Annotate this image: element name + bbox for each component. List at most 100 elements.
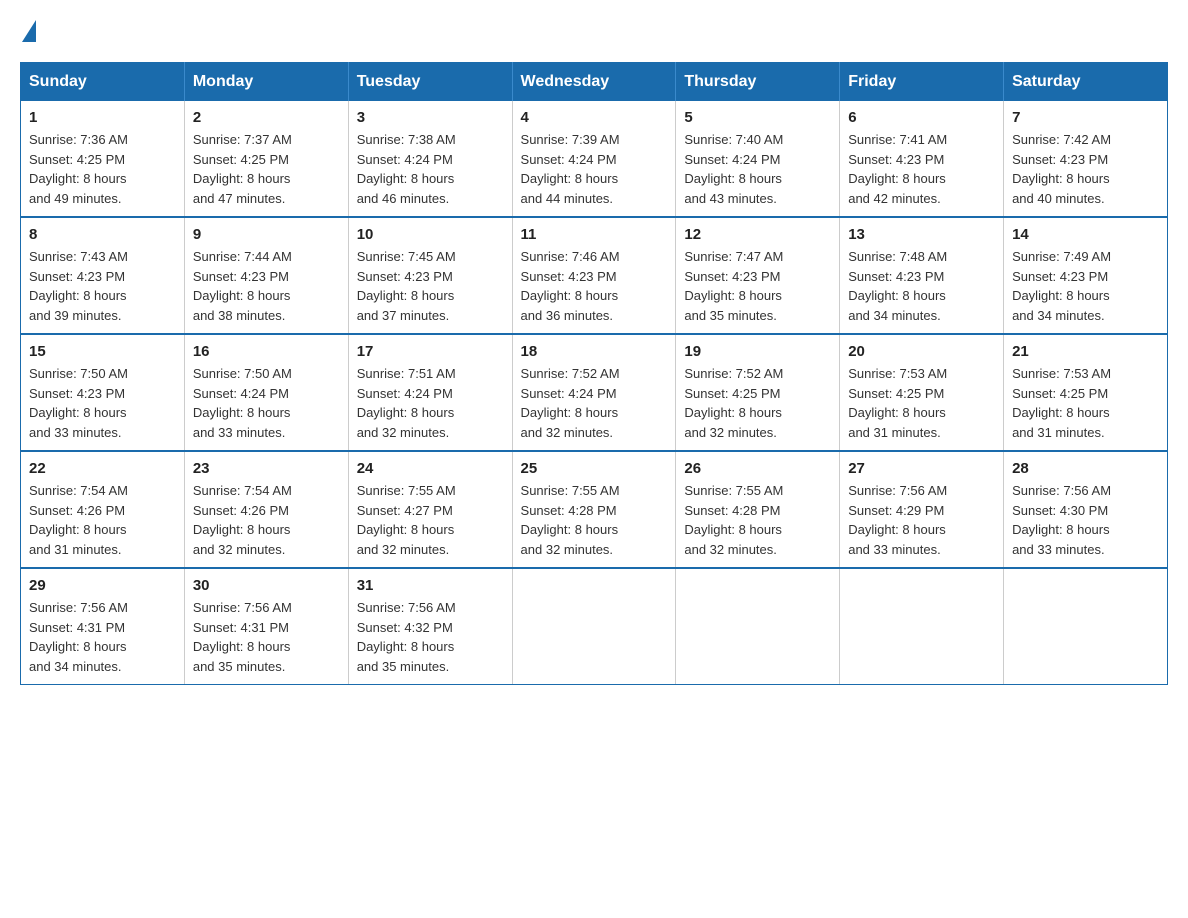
day-number: 21 (1012, 343, 1159, 360)
day-number: 25 (521, 460, 668, 477)
day-number: 6 (848, 109, 995, 126)
day-info: Sunrise: 7:37 AM Sunset: 4:25 PM Dayligh… (193, 130, 340, 208)
calendar-cell: 4 Sunrise: 7:39 AM Sunset: 4:24 PM Dayli… (512, 101, 676, 217)
day-number: 15 (29, 343, 176, 360)
day-info: Sunrise: 7:53 AM Sunset: 4:25 PM Dayligh… (1012, 364, 1159, 442)
day-number: 1 (29, 109, 176, 126)
day-info: Sunrise: 7:45 AM Sunset: 4:23 PM Dayligh… (357, 247, 504, 325)
calendar-cell (512, 568, 676, 685)
day-info: Sunrise: 7:56 AM Sunset: 4:30 PM Dayligh… (1012, 481, 1159, 559)
logo (20, 20, 36, 42)
day-info: Sunrise: 7:56 AM Sunset: 4:32 PM Dayligh… (357, 598, 504, 676)
day-info: Sunrise: 7:46 AM Sunset: 4:23 PM Dayligh… (521, 247, 668, 325)
day-info: Sunrise: 7:56 AM Sunset: 4:29 PM Dayligh… (848, 481, 995, 559)
calendar-cell: 30 Sunrise: 7:56 AM Sunset: 4:31 PM Dayl… (184, 568, 348, 685)
calendar-cell: 27 Sunrise: 7:56 AM Sunset: 4:29 PM Dayl… (840, 451, 1004, 568)
header-day-thursday: Thursday (676, 63, 840, 102)
calendar-cell: 13 Sunrise: 7:48 AM Sunset: 4:23 PM Dayl… (840, 217, 1004, 334)
day-info: Sunrise: 7:43 AM Sunset: 4:23 PM Dayligh… (29, 247, 176, 325)
day-info: Sunrise: 7:54 AM Sunset: 4:26 PM Dayligh… (193, 481, 340, 559)
calendar-cell: 1 Sunrise: 7:36 AM Sunset: 4:25 PM Dayli… (21, 101, 185, 217)
calendar-week-2: 8 Sunrise: 7:43 AM Sunset: 4:23 PM Dayli… (21, 217, 1168, 334)
header-day-sunday: Sunday (21, 63, 185, 102)
day-number: 13 (848, 226, 995, 243)
day-info: Sunrise: 7:40 AM Sunset: 4:24 PM Dayligh… (684, 130, 831, 208)
day-number: 16 (193, 343, 340, 360)
calendar-table: SundayMondayTuesdayWednesdayThursdayFrid… (20, 62, 1168, 685)
day-info: Sunrise: 7:36 AM Sunset: 4:25 PM Dayligh… (29, 130, 176, 208)
calendar-cell (840, 568, 1004, 685)
calendar-cell: 20 Sunrise: 7:53 AM Sunset: 4:25 PM Dayl… (840, 334, 1004, 451)
header-day-friday: Friday (840, 63, 1004, 102)
calendar-cell: 28 Sunrise: 7:56 AM Sunset: 4:30 PM Dayl… (1004, 451, 1168, 568)
day-number: 26 (684, 460, 831, 477)
day-info: Sunrise: 7:41 AM Sunset: 4:23 PM Dayligh… (848, 130, 995, 208)
calendar-cell: 31 Sunrise: 7:56 AM Sunset: 4:32 PM Dayl… (348, 568, 512, 685)
day-number: 4 (521, 109, 668, 126)
calendar-cell: 11 Sunrise: 7:46 AM Sunset: 4:23 PM Dayl… (512, 217, 676, 334)
day-number: 23 (193, 460, 340, 477)
day-number: 3 (357, 109, 504, 126)
day-number: 20 (848, 343, 995, 360)
header-day-wednesday: Wednesday (512, 63, 676, 102)
day-number: 31 (357, 577, 504, 594)
calendar-cell: 7 Sunrise: 7:42 AM Sunset: 4:23 PM Dayli… (1004, 101, 1168, 217)
header-row: SundayMondayTuesdayWednesdayThursdayFrid… (21, 63, 1168, 102)
calendar-week-5: 29 Sunrise: 7:56 AM Sunset: 4:31 PM Dayl… (21, 568, 1168, 685)
day-info: Sunrise: 7:42 AM Sunset: 4:23 PM Dayligh… (1012, 130, 1159, 208)
day-info: Sunrise: 7:54 AM Sunset: 4:26 PM Dayligh… (29, 481, 176, 559)
calendar-cell: 16 Sunrise: 7:50 AM Sunset: 4:24 PM Dayl… (184, 334, 348, 451)
day-info: Sunrise: 7:50 AM Sunset: 4:23 PM Dayligh… (29, 364, 176, 442)
calendar-body: 1 Sunrise: 7:36 AM Sunset: 4:25 PM Dayli… (21, 101, 1168, 685)
calendar-week-1: 1 Sunrise: 7:36 AM Sunset: 4:25 PM Dayli… (21, 101, 1168, 217)
day-info: Sunrise: 7:55 AM Sunset: 4:28 PM Dayligh… (521, 481, 668, 559)
header-day-monday: Monday (184, 63, 348, 102)
calendar-cell: 14 Sunrise: 7:49 AM Sunset: 4:23 PM Dayl… (1004, 217, 1168, 334)
day-info: Sunrise: 7:55 AM Sunset: 4:27 PM Dayligh… (357, 481, 504, 559)
calendar-week-4: 22 Sunrise: 7:54 AM Sunset: 4:26 PM Dayl… (21, 451, 1168, 568)
calendar-cell: 5 Sunrise: 7:40 AM Sunset: 4:24 PM Dayli… (676, 101, 840, 217)
calendar-cell: 8 Sunrise: 7:43 AM Sunset: 4:23 PM Dayli… (21, 217, 185, 334)
calendar-cell: 2 Sunrise: 7:37 AM Sunset: 4:25 PM Dayli… (184, 101, 348, 217)
day-number: 24 (357, 460, 504, 477)
day-number: 28 (1012, 460, 1159, 477)
day-number: 18 (521, 343, 668, 360)
day-info: Sunrise: 7:49 AM Sunset: 4:23 PM Dayligh… (1012, 247, 1159, 325)
day-info: Sunrise: 7:44 AM Sunset: 4:23 PM Dayligh… (193, 247, 340, 325)
day-number: 10 (357, 226, 504, 243)
calendar-week-3: 15 Sunrise: 7:50 AM Sunset: 4:23 PM Dayl… (21, 334, 1168, 451)
header-day-tuesday: Tuesday (348, 63, 512, 102)
day-info: Sunrise: 7:47 AM Sunset: 4:23 PM Dayligh… (684, 247, 831, 325)
day-info: Sunrise: 7:53 AM Sunset: 4:25 PM Dayligh… (848, 364, 995, 442)
header-day-saturday: Saturday (1004, 63, 1168, 102)
day-info: Sunrise: 7:51 AM Sunset: 4:24 PM Dayligh… (357, 364, 504, 442)
calendar-cell: 10 Sunrise: 7:45 AM Sunset: 4:23 PM Dayl… (348, 217, 512, 334)
day-info: Sunrise: 7:50 AM Sunset: 4:24 PM Dayligh… (193, 364, 340, 442)
calendar-cell (1004, 568, 1168, 685)
calendar-cell: 22 Sunrise: 7:54 AM Sunset: 4:26 PM Dayl… (21, 451, 185, 568)
day-info: Sunrise: 7:55 AM Sunset: 4:28 PM Dayligh… (684, 481, 831, 559)
day-number: 29 (29, 577, 176, 594)
calendar-header: SundayMondayTuesdayWednesdayThursdayFrid… (21, 63, 1168, 102)
calendar-cell: 29 Sunrise: 7:56 AM Sunset: 4:31 PM Dayl… (21, 568, 185, 685)
calendar-cell: 3 Sunrise: 7:38 AM Sunset: 4:24 PM Dayli… (348, 101, 512, 217)
day-number: 27 (848, 460, 995, 477)
day-info: Sunrise: 7:38 AM Sunset: 4:24 PM Dayligh… (357, 130, 504, 208)
day-number: 12 (684, 226, 831, 243)
calendar-cell: 24 Sunrise: 7:55 AM Sunset: 4:27 PM Dayl… (348, 451, 512, 568)
day-info: Sunrise: 7:56 AM Sunset: 4:31 PM Dayligh… (29, 598, 176, 676)
day-info: Sunrise: 7:56 AM Sunset: 4:31 PM Dayligh… (193, 598, 340, 676)
day-info: Sunrise: 7:39 AM Sunset: 4:24 PM Dayligh… (521, 130, 668, 208)
calendar-cell (676, 568, 840, 685)
day-number: 14 (1012, 226, 1159, 243)
calendar-cell: 9 Sunrise: 7:44 AM Sunset: 4:23 PM Dayli… (184, 217, 348, 334)
day-info: Sunrise: 7:48 AM Sunset: 4:23 PM Dayligh… (848, 247, 995, 325)
day-number: 9 (193, 226, 340, 243)
day-number: 11 (521, 226, 668, 243)
page-header (20, 20, 1168, 42)
calendar-cell: 18 Sunrise: 7:52 AM Sunset: 4:24 PM Dayl… (512, 334, 676, 451)
calendar-cell: 19 Sunrise: 7:52 AM Sunset: 4:25 PM Dayl… (676, 334, 840, 451)
day-number: 30 (193, 577, 340, 594)
calendar-cell: 17 Sunrise: 7:51 AM Sunset: 4:24 PM Dayl… (348, 334, 512, 451)
day-number: 7 (1012, 109, 1159, 126)
